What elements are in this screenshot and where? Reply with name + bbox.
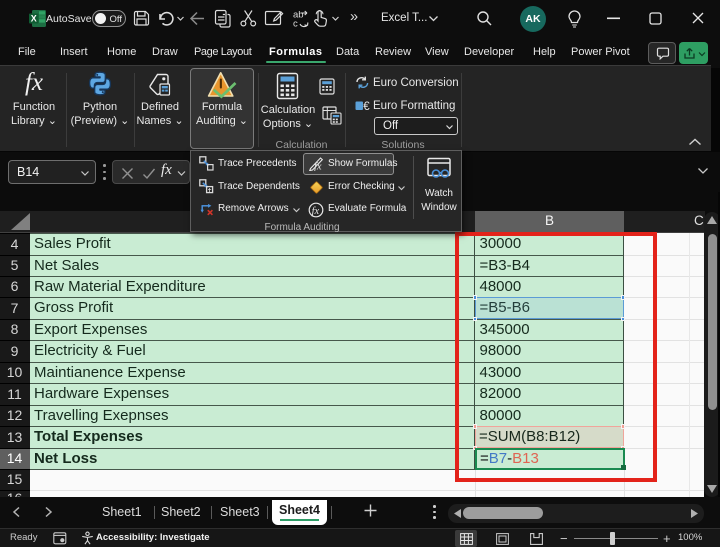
svg-text:X: X [31,14,37,24]
svg-text:fx: fx [312,205,320,216]
svg-text:fx: fx [314,162,322,172]
svg-text:€: € [363,101,370,112]
svg-text:c: c [293,19,298,29]
